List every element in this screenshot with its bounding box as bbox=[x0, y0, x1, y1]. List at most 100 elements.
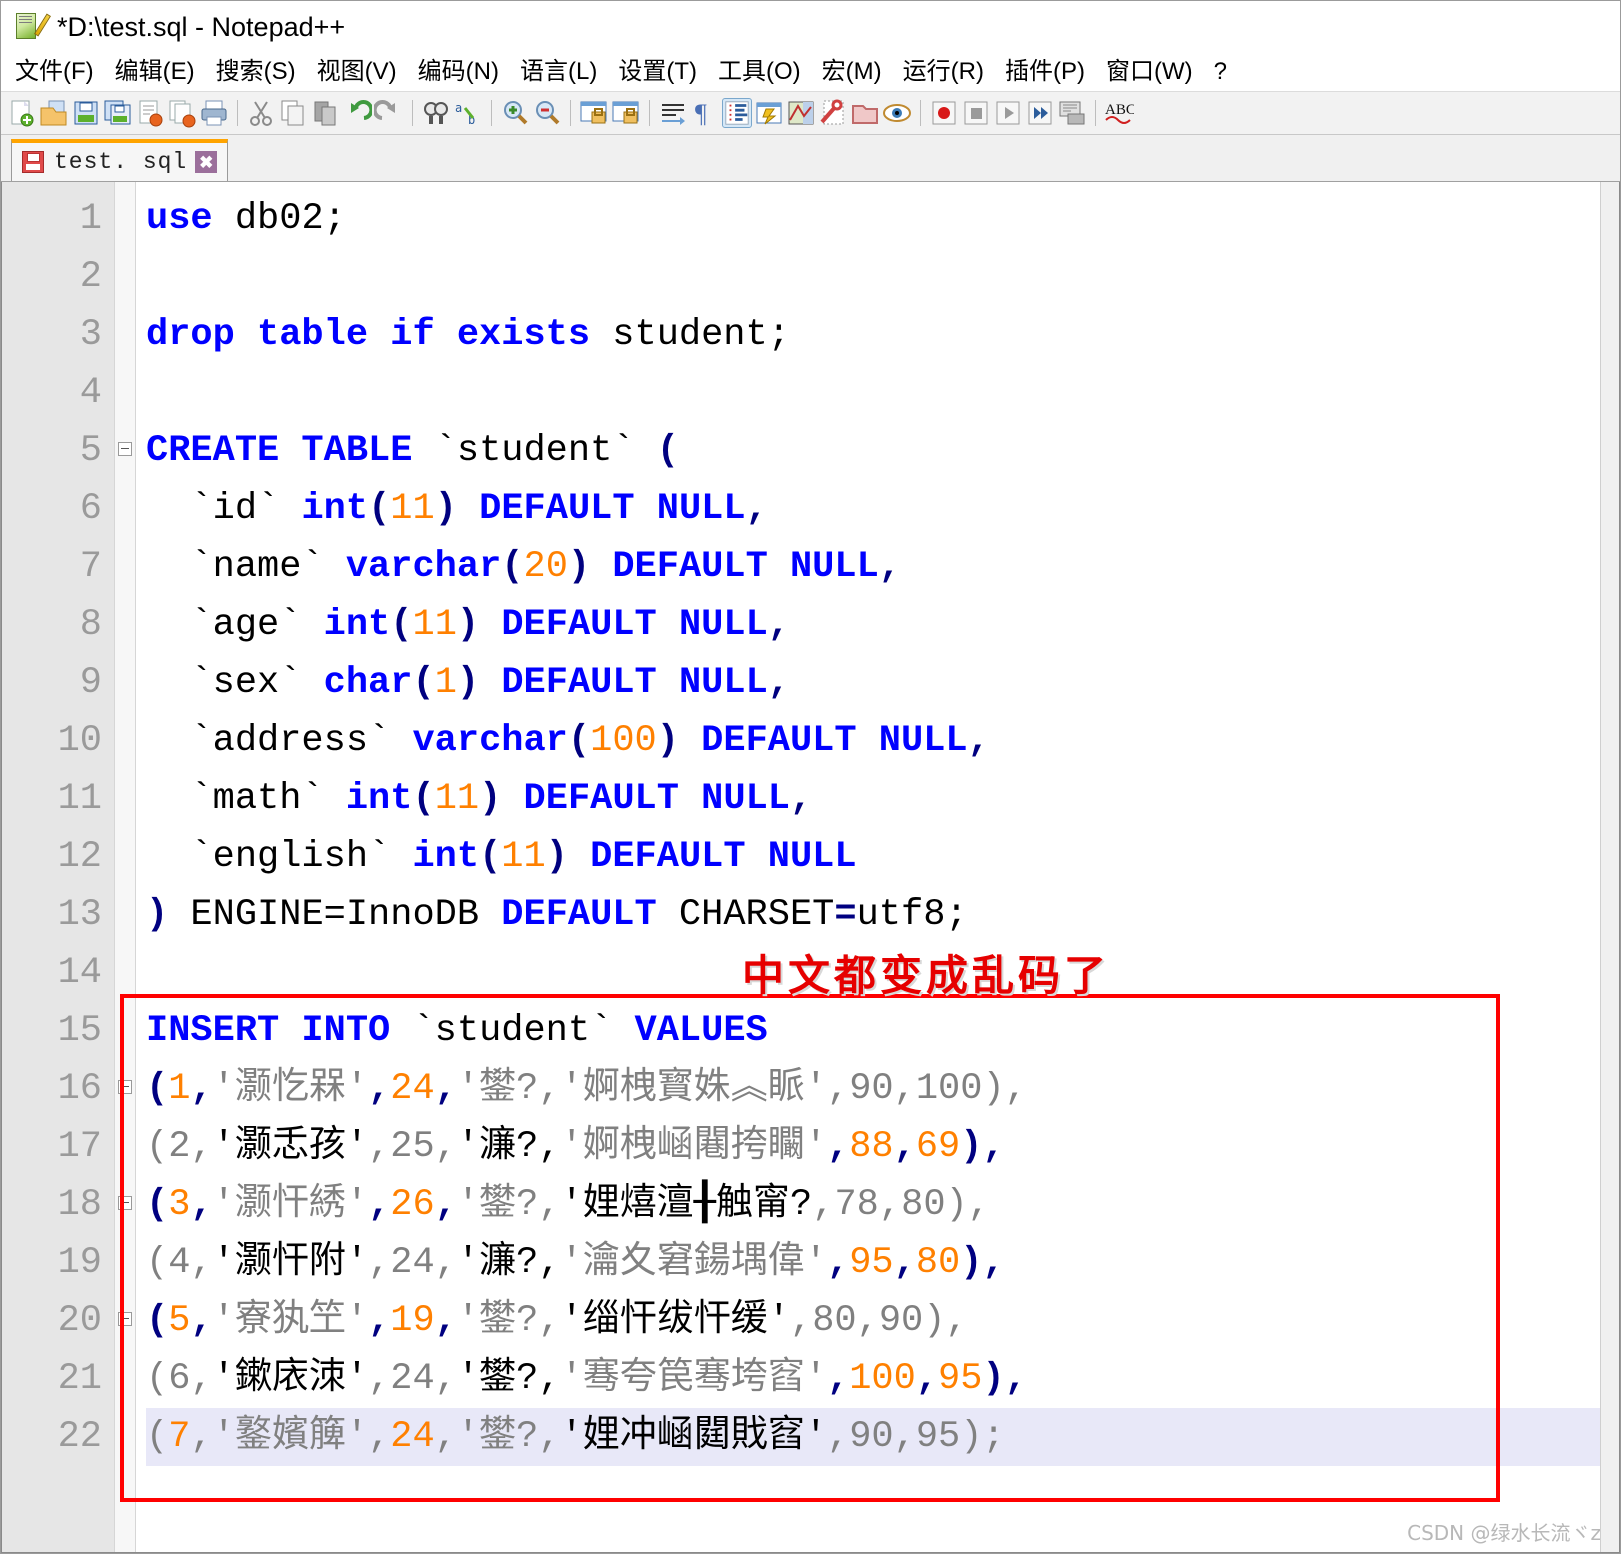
menu-settings[interactable]: 设置(T) bbox=[618, 60, 710, 84]
code-line[interactable]: `address` varchar(100) DEFAULT NULL, bbox=[146, 712, 1619, 770]
replace-icon[interactable]: ab bbox=[453, 98, 483, 128]
show-all-characters-icon[interactable]: ¶ bbox=[690, 98, 720, 128]
zoom-out-icon[interactable] bbox=[532, 98, 562, 128]
code-line[interactable]: (7,'鐜嬪簲',24,'鐢?,'娌冲崡閮戝窞',90,95); bbox=[146, 1408, 1619, 1466]
folder-as-workspace-icon[interactable] bbox=[850, 98, 880, 128]
editor-area[interactable]: 1 2 3 4 5 6 7 8 9 10 11 12 13 14 15 16 17 18 19 20 21 22 use … bbox=[1, 182, 1620, 1553]
token-punc: ( bbox=[412, 778, 435, 820]
menu-encoding[interactable]: 编码(N) bbox=[418, 60, 512, 84]
token-punc: ) bbox=[456, 662, 480, 704]
save-icon[interactable] bbox=[71, 98, 101, 128]
fold-toggle-icon[interactable] bbox=[118, 1196, 132, 1210]
doc-map-icon[interactable] bbox=[786, 98, 816, 128]
code-line[interactable]: (6,'鏉庡洓',24,'鐢?,'骞夸笢骞垮窞',100,95), bbox=[146, 1350, 1619, 1408]
menu-run[interactable]: 运行(R) bbox=[903, 60, 997, 84]
code-line[interactable]: `math` int(11) DEFAULT NULL, bbox=[146, 770, 1619, 828]
play-macro-icon[interactable] bbox=[993, 98, 1023, 128]
code-line[interactable]: (2,'灏忎孩',25,'濂?,'婀栧崡闀挎矙',88,69), bbox=[146, 1118, 1619, 1176]
token-num: 88 bbox=[849, 1126, 894, 1168]
fold-toggle-icon[interactable] bbox=[118, 1080, 132, 1094]
code-content[interactable]: use db02; drop table if exists student; CR… bbox=[136, 182, 1619, 1552]
code-line[interactable] bbox=[146, 248, 1619, 306]
menu-tools[interactable]: 工具(O) bbox=[718, 60, 814, 84]
menu-help[interactable]: ? bbox=[1214, 60, 1227, 84]
token-dim: ; bbox=[982, 1416, 1005, 1458]
copy-icon[interactable] bbox=[278, 98, 308, 128]
menu-search[interactable]: 搜索(S) bbox=[216, 60, 309, 84]
cut-icon[interactable] bbox=[246, 98, 276, 128]
code-line[interactable]: (4,'灏忓附',24,'濂?,'瀹夊窘鍚堣偉',95,80), bbox=[146, 1234, 1619, 1292]
token-dim: ( bbox=[146, 1126, 169, 1168]
word-wrap-icon[interactable] bbox=[658, 98, 688, 128]
fold-toggle-icon[interactable] bbox=[118, 442, 132, 456]
editor[interactable]: 1 2 3 4 5 6 7 8 9 10 11 12 13 14 15 16 17 18 19 20 21 22 use … bbox=[2, 182, 1619, 1552]
token-dim: , bbox=[967, 1184, 990, 1226]
code-line[interactable]: CREATE TABLE `student` ( bbox=[146, 422, 1619, 480]
redo-icon[interactable] bbox=[374, 98, 404, 128]
token-dim: , bbox=[945, 1300, 968, 1342]
spell-check-icon[interactable]: ABC bbox=[1104, 98, 1134, 128]
menu-plugins[interactable]: 插件(P) bbox=[1005, 60, 1098, 84]
sync-scroll-vertical-icon[interactable] bbox=[579, 98, 609, 128]
close-file-icon[interactable] bbox=[135, 98, 165, 128]
line-number: 6 bbox=[79, 488, 102, 530]
code-line[interactable]: INSERT INTO `student` VALUES bbox=[146, 1002, 1619, 1060]
menu-macro[interactable]: 宏(M) bbox=[822, 60, 895, 84]
menu-file[interactable]: 文件(F) bbox=[15, 60, 107, 84]
code-line[interactable]: `id` int(11) DEFAULT NULL, bbox=[146, 480, 1619, 538]
tab-test-sql[interactable]: test. sql ✖ bbox=[11, 139, 229, 181]
token-plain: '濂?, bbox=[456, 1126, 561, 1168]
code-line[interactable]: use db02; bbox=[146, 190, 1619, 248]
close-all-icon[interactable] bbox=[167, 98, 197, 128]
fold-toggle-icon[interactable] bbox=[118, 1312, 132, 1326]
code-line[interactable]: `sex` char(1) DEFAULT NULL, bbox=[146, 654, 1619, 712]
save-all-icon[interactable] bbox=[103, 98, 133, 128]
toolbar: ab ¶ ABC bbox=[1, 91, 1620, 135]
menu-language[interactable]: 语言(L) bbox=[520, 60, 610, 84]
print-icon[interactable] bbox=[199, 98, 229, 128]
sync-scroll-horizontal-icon[interactable] bbox=[611, 98, 641, 128]
indent-guide-icon[interactable] bbox=[722, 98, 752, 128]
code-line[interactable]: `english` int(11) DEFAULT NULL bbox=[146, 828, 1619, 886]
menu-edit[interactable]: 编辑(E) bbox=[115, 60, 208, 84]
code-line[interactable]: (3,'灏忓綉',26,'鐢?,'娌熺澶╂触甯?,78,80), bbox=[146, 1176, 1619, 1234]
code-line[interactable]: drop table if exists student; bbox=[146, 306, 1619, 364]
token-num: 24 bbox=[390, 1068, 435, 1110]
token-num: 1 bbox=[168, 1068, 191, 1110]
code-line[interactable]: `name` varchar(20) DEFAULT NULL, bbox=[146, 538, 1619, 596]
code-line[interactable] bbox=[146, 364, 1619, 422]
new-file-icon[interactable] bbox=[7, 98, 37, 128]
token-num: 100 bbox=[849, 1358, 916, 1400]
open-file-icon[interactable] bbox=[39, 98, 69, 128]
zoom-in-icon[interactable] bbox=[500, 98, 530, 128]
find-icon[interactable] bbox=[421, 98, 451, 128]
vertical-scrollbar[interactable] bbox=[1600, 182, 1619, 1552]
annotation-red-note: 中文都变成乱码了 bbox=[742, 951, 1111, 1000]
close-icon[interactable]: ✖ bbox=[195, 151, 218, 173]
token-punc: , bbox=[826, 1126, 850, 1168]
menu-window[interactable]: 窗口(W) bbox=[1106, 60, 1206, 84]
save-macro-icon[interactable] bbox=[1057, 98, 1087, 128]
record-macro-icon[interactable] bbox=[929, 98, 959, 128]
user-defined-language-icon[interactable] bbox=[754, 98, 784, 128]
code-line[interactable]: `age` int(11) DEFAULT NULL, bbox=[146, 596, 1619, 654]
run-macro-multiple-icon[interactable] bbox=[1025, 98, 1055, 128]
token-punc: , bbox=[368, 1300, 391, 1342]
code-line[interactable]: (5,'寮犱笁',19,'鐢?,'缁忓绂忓缓',80,90), bbox=[146, 1292, 1619, 1350]
code-line[interactable]: ) ENGINE=InnoDB DEFAULT CHARSET=utf8; bbox=[146, 886, 1619, 944]
menu-view[interactable]: 视图(V) bbox=[317, 60, 410, 84]
stop-record-icon[interactable] bbox=[961, 98, 991, 128]
line-number: 3 bbox=[79, 314, 102, 356]
token-dim: , bbox=[826, 1416, 850, 1458]
undo-icon[interactable] bbox=[342, 98, 372, 128]
token-dim: ) bbox=[923, 1300, 946, 1342]
function-list-icon[interactable] bbox=[818, 98, 848, 128]
code-line[interactable]: (1,'灏忔槑',24,'鐢?,'婀栧寳姝︽眽',90,100), bbox=[146, 1060, 1619, 1118]
token-dim: , bbox=[190, 1358, 213, 1400]
paste-icon[interactable] bbox=[310, 98, 340, 128]
line-number: 21 bbox=[57, 1358, 102, 1400]
menu-bar: 文件(F) 编辑(E) 搜索(S) 视图(V) 编码(N) 语言(L) 设置(T… bbox=[1, 53, 1620, 91]
token-dimn: 90 bbox=[878, 1300, 924, 1342]
fold-margin[interactable] bbox=[114, 182, 136, 1552]
monitoring-icon[interactable] bbox=[882, 98, 912, 128]
